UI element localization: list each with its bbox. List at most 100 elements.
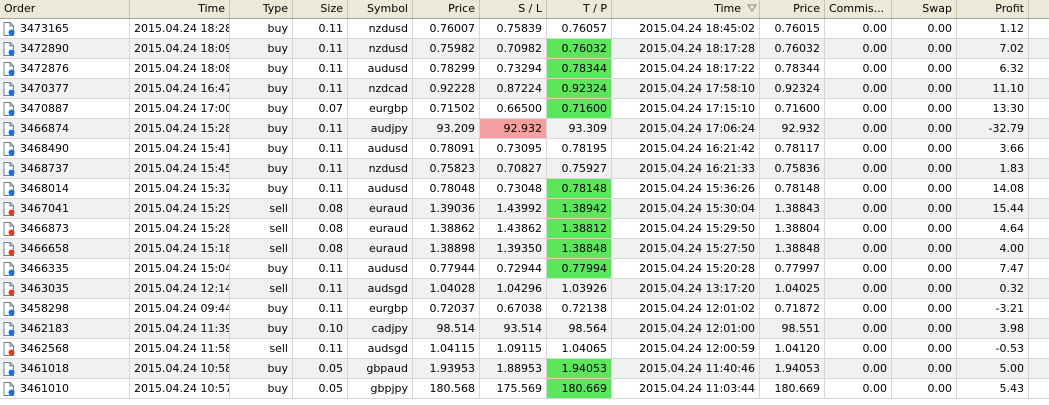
cell-profit: -3.21 [957,299,1029,318]
column-header-close-price[interactable]: Price [760,0,825,18]
cell-size: 0.11 [293,19,348,38]
table-row[interactable]: 34668742015.04.24 15:28:32buy0.11audjpy9… [0,119,1049,139]
column-header-type[interactable]: Type [230,0,293,18]
cell-order: 3466658 [0,239,130,258]
cell-swap: 0.00 [892,379,957,398]
cell-close-price: 92.932 [760,119,825,138]
column-header-price[interactable]: Price [413,0,480,18]
cell-sl: 92.932 [480,119,547,138]
order-number: 3468737 [20,162,69,175]
cell-sl: 0.73294 [480,59,547,78]
order-number: 3472876 [20,62,69,75]
cell-sl: 1.09115 [480,339,547,358]
buy-order-icon [3,22,15,36]
cell-close-time: 2015.04.24 12:01:02 [612,299,760,318]
order-number: 3473165 [20,22,69,35]
column-header-tp[interactable]: T / P [547,0,612,18]
cell-commission: 0.00 [825,339,892,358]
cell-symbol: nzdusd [348,159,413,178]
table-row[interactable]: 34663352015.04.24 15:04:26buy0.11audusd0… [0,259,1049,279]
column-header-swap[interactable]: Swap [892,0,957,18]
cell-close-time: 2015.04.24 17:06:24 [612,119,760,138]
cell-time: 2015.04.24 10:57:12 [130,379,230,398]
order-number: 3462183 [20,322,69,335]
column-header-size[interactable]: Size [293,0,348,18]
cell-price: 1.38898 [413,239,480,258]
cell-profit: 14.08 [957,179,1029,198]
cell-order: 3472890 [0,39,130,58]
cell-price: 93.209 [413,119,480,138]
order-number: 3467041 [20,202,69,215]
column-header-commission[interactable]: Commis... [825,0,892,18]
cell-time: 2015.04.24 17:00:33 [130,99,230,118]
table-row[interactable]: 3462568 2015.04.24 11:58:10sell0.11audsgd… [0,339,1049,359]
table-row[interactable]: 34728762015.04.24 18:08:30buy0.11audusd0… [0,59,1049,79]
table-row[interactable]: 3467041 2015.04.24 15:29:55sell0.08euraud… [0,199,1049,219]
cell-symbol: audusd [348,259,413,278]
table-row[interactable]: 34621832015.04.24 11:39:51buy0.10cadjpy9… [0,319,1049,339]
cell-commission: 0.00 [825,59,892,78]
buy-order-icon [3,382,15,396]
column-header-profit[interactable]: Profit [957,0,1029,18]
column-header-order[interactable]: Order [0,0,130,18]
cell-price: 0.92228 [413,79,480,98]
cell-sl: 0.66500 [480,99,547,118]
cell-price: 0.78299 [413,59,480,78]
table-row[interactable]: 34684902015.04.24 15:41:19buy0.11audusd0… [0,139,1049,159]
cell-time: 2015.04.24 15:45:03 [130,159,230,178]
buy-order-icon [3,42,15,56]
cell-time: 2015.04.24 09:44:50 [130,299,230,318]
cell-symbol: audsgd [348,279,413,298]
column-header-symbol[interactable]: Symbol [348,0,413,18]
cell-price: 0.72037 [413,299,480,318]
cell-order: 3461018 [0,359,130,378]
table-row[interactable]: 34582982015.04.24 09:44:50buy0.11eurgbp0… [0,299,1049,319]
table-row[interactable]: 34687372015.04.24 15:45:03buy0.11nzdusd0… [0,159,1049,179]
cell-commission: 0.00 [825,119,892,138]
table-row[interactable]: 34680142015.04.24 15:32:18buy0.11audusd0… [0,179,1049,199]
cell-swap: 0.00 [892,119,957,138]
table-row[interactable]: 3466873 2015.04.24 15:28:31sell0.08euraud… [0,219,1049,239]
column-header-time[interactable]: Time [130,0,230,18]
cell-type: buy [230,19,293,38]
cell-size: 0.10 [293,319,348,338]
column-header-sl[interactable]: S / L [480,0,547,18]
cell-close-price: 0.78344 [760,59,825,78]
cell-close-time: 2015.04.24 12:00:59 [612,339,760,358]
table-row[interactable]: 34610102015.04.24 10:57:12buy0.05gbpjpy1… [0,379,1049,399]
cell-swap: 0.00 [892,279,957,298]
cell-time: 2015.04.24 15:41:19 [130,139,230,158]
cell-close-time: 2015.04.24 18:17:28 [612,39,760,58]
buy-order-icon [3,362,15,376]
cell-type: buy [230,119,293,138]
sort-descending-icon [747,4,757,12]
cell-sl: 1.04296 [480,279,547,298]
cell-close-price: 0.71872 [760,299,825,318]
cell-tp: 0.75927 [547,159,612,178]
table-row[interactable]: 34703772015.04.24 16:47:14buy0.11nzdcad0… [0,79,1049,99]
table-row[interactable]: 34728902015.04.24 18:09:44buy0.11nzdusd0… [0,39,1049,59]
cell-tp: 0.78148 [547,179,612,198]
table-row[interactable]: 34708872015.04.24 17:00:33buy0.07eurgbp0… [0,99,1049,119]
buy-order-icon [3,302,15,316]
column-header-close-time[interactable]: Time [612,0,760,18]
cell-profit: 4.00 [957,239,1029,258]
cell-order: 3462183 [0,319,130,338]
cell-swap: 0.00 [892,259,957,278]
cell-swap: 0.00 [892,139,957,158]
table-row[interactable]: 3466658 2015.04.24 15:18:05sell0.08euraud… [0,239,1049,259]
cell-commission: 0.00 [825,259,892,278]
close-time-header-label: Time [714,2,741,15]
cell-close-price: 98.551 [760,319,825,338]
order-number: 3466335 [20,262,69,275]
table-row[interactable]: 34610182015.04.24 10:58:02buy0.05gbpaud1… [0,359,1049,379]
table-row[interactable]: 34731652015.04.24 18:28:47buy0.11nzdusd0… [0,19,1049,39]
cell-sl: 1.43992 [480,199,547,218]
cell-symbol: audusd [348,179,413,198]
cell-symbol: audusd [348,139,413,158]
cell-tp: 1.38942 [547,199,612,218]
cell-close-time: 2015.04.24 18:45:02 [612,19,760,38]
cell-commission: 0.00 [825,19,892,38]
table-row[interactable]: 3463035 2015.04.24 12:14:18sell0.11audsgd… [0,279,1049,299]
buy-order-icon [3,182,15,196]
